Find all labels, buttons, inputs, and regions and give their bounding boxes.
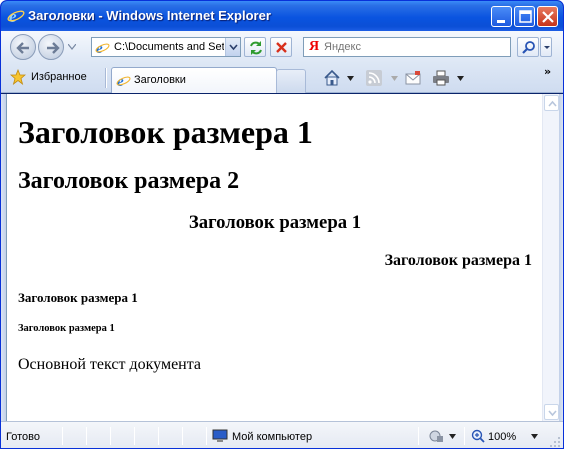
search-box[interactable]: Я	[303, 37, 511, 57]
heading-6: Заголовок размера 1	[18, 323, 115, 334]
search-input[interactable]	[324, 40, 504, 54]
status-bar: Готово Мой компьютер 100%	[1, 421, 563, 448]
mail-icon[interactable]	[404, 69, 422, 87]
computer-icon	[212, 429, 228, 442]
star-icon	[10, 69, 26, 85]
ie-logo-icon: e	[7, 7, 25, 25]
zoom-icon[interactable]	[471, 429, 485, 443]
refresh-button[interactable]	[244, 37, 266, 57]
separator	[418, 427, 419, 445]
chevron-down-icon	[229, 44, 238, 51]
rss-icon[interactable]	[365, 69, 383, 87]
tab-bar: Избранное e Заголовки »	[1, 63, 563, 93]
separator	[62, 427, 63, 445]
heading-2: Заголовок размера 2	[18, 168, 240, 194]
resize-grip-icon[interactable]	[549, 436, 561, 448]
maximize-button[interactable]	[514, 6, 535, 27]
search-options-button[interactable]	[540, 37, 552, 57]
separator	[105, 68, 107, 88]
chevron-down-icon[interactable]	[391, 76, 398, 81]
chevron-down-icon[interactable]	[347, 76, 354, 81]
yandex-logo: Я	[309, 39, 320, 54]
heading-4-right: Заголовок размера 1	[384, 252, 532, 269]
heading-1: Заголовок размера 1	[18, 114, 313, 150]
window-title: Заголовки - Windows Internet Explorer	[28, 8, 271, 23]
search-icon	[522, 41, 535, 54]
chevron-up-icon	[548, 100, 557, 107]
minimize-button[interactable]	[491, 6, 512, 27]
separator	[134, 427, 135, 445]
back-button[interactable]	[10, 34, 36, 60]
status-text: Готово	[6, 431, 40, 443]
new-tab-button[interactable]	[276, 69, 306, 93]
chevron-down-icon	[548, 410, 557, 417]
address-input[interactable]: C:\Documents and Settings	[114, 41, 224, 53]
home-icon[interactable]	[323, 69, 341, 87]
refresh-icon	[250, 41, 262, 55]
stop-icon	[276, 42, 287, 53]
chevron-down-icon[interactable]	[449, 434, 456, 439]
maximize-icon	[519, 10, 532, 23]
chevron-down-icon	[544, 46, 550, 49]
separator	[182, 427, 183, 445]
security-zone: Мой компьютер	[232, 431, 313, 443]
chevron-down-icon[interactable]	[457, 76, 464, 81]
tab-headings[interactable]: e Заголовки	[111, 67, 277, 93]
protected-mode-icon[interactable]	[428, 429, 444, 443]
page-icon: e	[116, 74, 131, 88]
heading-3-centered: Заголовок размера 1	[188, 212, 362, 233]
address-bar[interactable]: e C:\Documents and Settings	[91, 37, 241, 57]
navigation-bar: e C:\Documents and Settings Я	[1, 31, 563, 63]
window-border	[559, 94, 563, 421]
close-button[interactable]	[537, 6, 558, 27]
separator	[86, 427, 87, 445]
minimize-icon	[497, 20, 505, 23]
search-button[interactable]	[517, 37, 539, 57]
ie-window: e Заголовки - Windows Internet Explorer …	[0, 0, 564, 449]
body-text: Основной текст документа	[18, 356, 202, 373]
back-icon	[16, 42, 29, 54]
separator	[158, 427, 159, 445]
favorites-label: Избранное	[31, 71, 87, 83]
forward-icon	[47, 42, 60, 54]
stop-button[interactable]	[270, 37, 292, 57]
recent-pages-chevron-down-icon[interactable]	[68, 44, 76, 50]
forward-button[interactable]	[38, 34, 64, 60]
page-icon: e	[95, 41, 110, 55]
address-dropdown-button[interactable]	[225, 38, 240, 56]
title-bar[interactable]: e Заголовки - Windows Internet Explorer	[1, 1, 563, 31]
close-icon	[542, 11, 554, 23]
print-icon[interactable]	[432, 69, 450, 87]
scroll-up-button[interactable]	[544, 95, 559, 111]
scroll-down-button[interactable]	[544, 404, 559, 420]
heading-5: Заголовок размера 1	[18, 290, 138, 305]
more-tools-button[interactable]: »	[544, 65, 551, 78]
tab-label: Заголовки	[134, 74, 186, 86]
page-content: Заголовок размера 1 Заголовок размера 2 …	[6, 94, 542, 421]
vertical-scrollbar[interactable]	[542, 94, 559, 421]
zoom-level[interactable]: 100%	[488, 431, 516, 443]
separator	[110, 427, 111, 445]
separator	[464, 427, 465, 445]
separator	[206, 427, 207, 445]
chevron-down-icon[interactable]	[531, 434, 538, 439]
